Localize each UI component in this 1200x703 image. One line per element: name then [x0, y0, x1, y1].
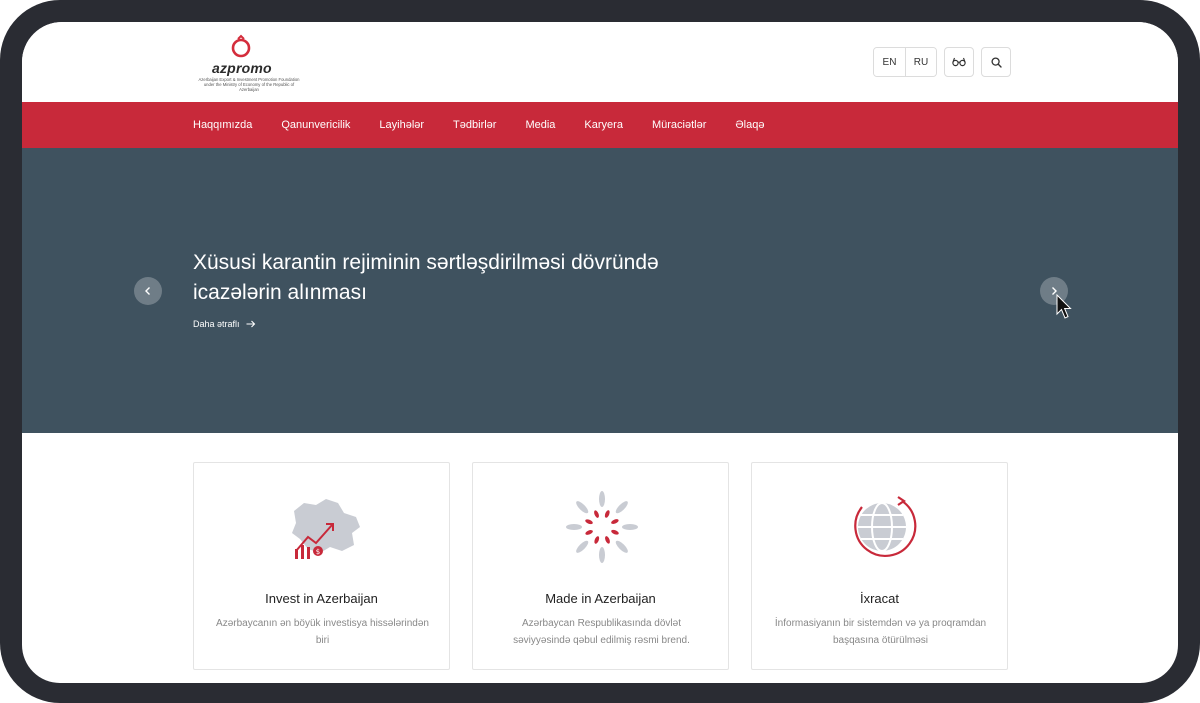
- feature-cards: $ Invest in Azerbaijan Azərbaycanın ən b…: [193, 462, 1009, 670]
- card-made-in-az-text: Azərbaycan Respublikasında dövlət səviyy…: [513, 618, 690, 646]
- device-frame: azpromo Azerbaijan Export & Investment P…: [0, 0, 1200, 703]
- pomegranate-logo-icon: [231, 34, 251, 58]
- accessibility-button[interactable]: [944, 47, 974, 77]
- hero-slider: Xüsusi karantin rejiminin sərtləşdirilmə…: [22, 148, 1178, 433]
- card-invest-title: Invest in Azerbaijan: [265, 591, 378, 606]
- made-in-az-icon: [566, 491, 638, 563]
- nav-item-legislation[interactable]: Qanunvericilik: [281, 119, 350, 131]
- glasses-icon: [952, 57, 966, 67]
- nav-menu: Haqqımızda Qanunvericilik Layihələr Tədb…: [193, 102, 793, 148]
- mouse-pointer-icon: [1056, 294, 1072, 319]
- nav-item-contact[interactable]: Əlaqə: [735, 119, 764, 131]
- svg-text:$: $: [316, 548, 320, 556]
- logo-subtitle: Azerbaijan Export & Investment Promotion…: [198, 77, 300, 92]
- card-export-title: İxracat: [859, 591, 899, 606]
- card-invest[interactable]: $ Invest in Azerbaijan Azərbaycanın ən b…: [193, 462, 450, 670]
- azpromo-logo[interactable]: azpromo Azerbaijan Export & Investment P…: [194, 32, 304, 96]
- nav-item-events[interactable]: Tədbirlər: [453, 119, 496, 131]
- card-export-text: İnformasiyanın bir sistemdən və ya proqr…: [774, 618, 987, 646]
- nav-item-careers[interactable]: Karyera: [584, 119, 623, 131]
- card-export[interactable]: İxracat İnformasiyanın bir sistemdən və …: [751, 462, 1008, 670]
- search-button[interactable]: [981, 47, 1011, 77]
- lang-ru-button[interactable]: RU: [905, 48, 936, 76]
- hero-more-label: Daha ətraflı: [193, 319, 240, 329]
- invest-map-icon: $: [292, 499, 360, 559]
- nav-item-applications[interactable]: Müraciətlər: [652, 119, 706, 131]
- browser-viewport: azpromo Azerbaijan Export & Investment P…: [22, 22, 1178, 683]
- logo-wordmark: azpromo: [212, 60, 272, 76]
- globe-export-icon: [854, 496, 917, 558]
- lang-en-button[interactable]: EN: [874, 48, 905, 76]
- card-made-in-az-title: Made in Azerbaijan: [545, 591, 656, 606]
- search-icon: [990, 56, 1002, 68]
- nav-item-projects[interactable]: Layihələr: [379, 119, 424, 131]
- site-header: azpromo Azerbaijan Export & Investment P…: [22, 22, 1178, 102]
- language-switcher: EN RU: [873, 47, 937, 77]
- arrow-right-icon: [246, 320, 255, 328]
- slider-prev-button[interactable]: [134, 277, 162, 305]
- nav-item-media[interactable]: Media: [525, 119, 555, 131]
- main-navigation: Haqqımızda Qanunvericilik Layihələr Tədb…: [22, 102, 1178, 148]
- nav-item-about[interactable]: Haqqımızda: [193, 119, 252, 131]
- card-invest-text: Azərbaycanın ən böyük investisya hissələ…: [216, 618, 429, 646]
- header-actions: EN RU: [873, 47, 1011, 77]
- hero-title: Xüsusi karantin rejiminin sərtləşdirilmə…: [193, 251, 659, 304]
- hero-more-link[interactable]: Daha ətraflı: [193, 319, 256, 329]
- chevron-left-icon: [145, 287, 150, 295]
- card-made-in-az[interactable]: Made in Azerbaijan Azərbaycan Respublika…: [472, 462, 729, 670]
